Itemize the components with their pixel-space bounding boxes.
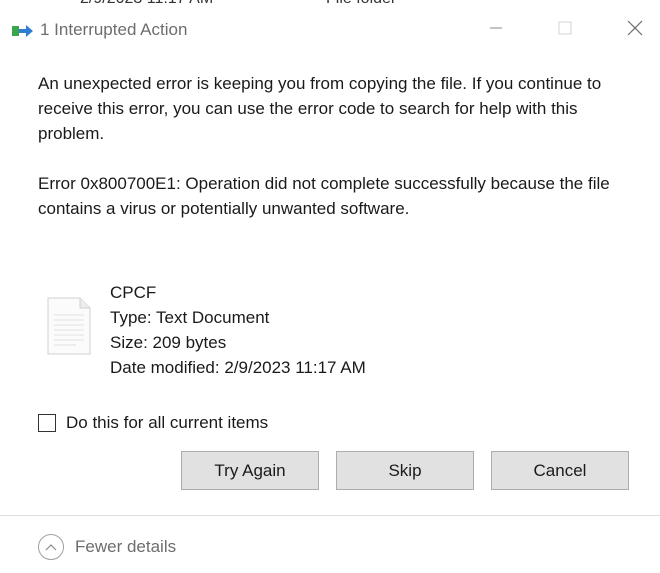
file-size: Size: 209 bytes (110, 333, 227, 352)
background-type-text: File folder (326, 0, 396, 8)
error-description: An unexpected error is keeping you from … (38, 74, 602, 143)
maximize-button (551, 16, 579, 44)
text-document-icon (46, 297, 92, 355)
maximize-icon (558, 21, 572, 40)
background-date-text: 2/9/2023 11:17 AM (80, 0, 213, 8)
close-icon (627, 20, 643, 41)
error-code-message: Error 0x800700E1: Operation did not comp… (38, 174, 610, 218)
window-title: 1 Interrupted Action (40, 20, 188, 39)
interrupted-action-dialog: 2/9/2023 11:17 AM File folder 1 Interrup… (0, 0, 660, 573)
minimize-button[interactable] (482, 16, 510, 44)
chevron-up-icon[interactable] (38, 534, 64, 560)
footer-divider (0, 515, 660, 516)
apply-to-all-checkbox[interactable] (38, 414, 56, 432)
try-again-button[interactable]: Try Again (181, 451, 319, 490)
fewer-details-toggle[interactable]: Fewer details (38, 534, 176, 560)
close-button[interactable] (621, 16, 649, 44)
copy-transfer-icon (12, 24, 34, 38)
file-details: CPCF Type: Text Document Size: 209 bytes… (110, 280, 366, 380)
apply-to-all-option[interactable]: Do this for all current items (38, 413, 268, 433)
cancel-button[interactable]: Cancel (491, 451, 629, 490)
background-window-row: 2/9/2023 11:17 AM File folder (0, 0, 660, 8)
file-name: CPCF (110, 283, 157, 302)
apply-to-all-label[interactable]: Do this for all current items (66, 413, 268, 433)
file-type: Type: Text Document (110, 308, 270, 327)
title-bar[interactable]: 1 Interrupted Action (0, 8, 660, 52)
skip-button[interactable]: Skip (336, 451, 474, 490)
file-date-modified: Date modified: 2/9/2023 11:17 AM (110, 358, 366, 377)
minimize-icon (489, 21, 503, 40)
fewer-details-label[interactable]: Fewer details (75, 537, 176, 557)
